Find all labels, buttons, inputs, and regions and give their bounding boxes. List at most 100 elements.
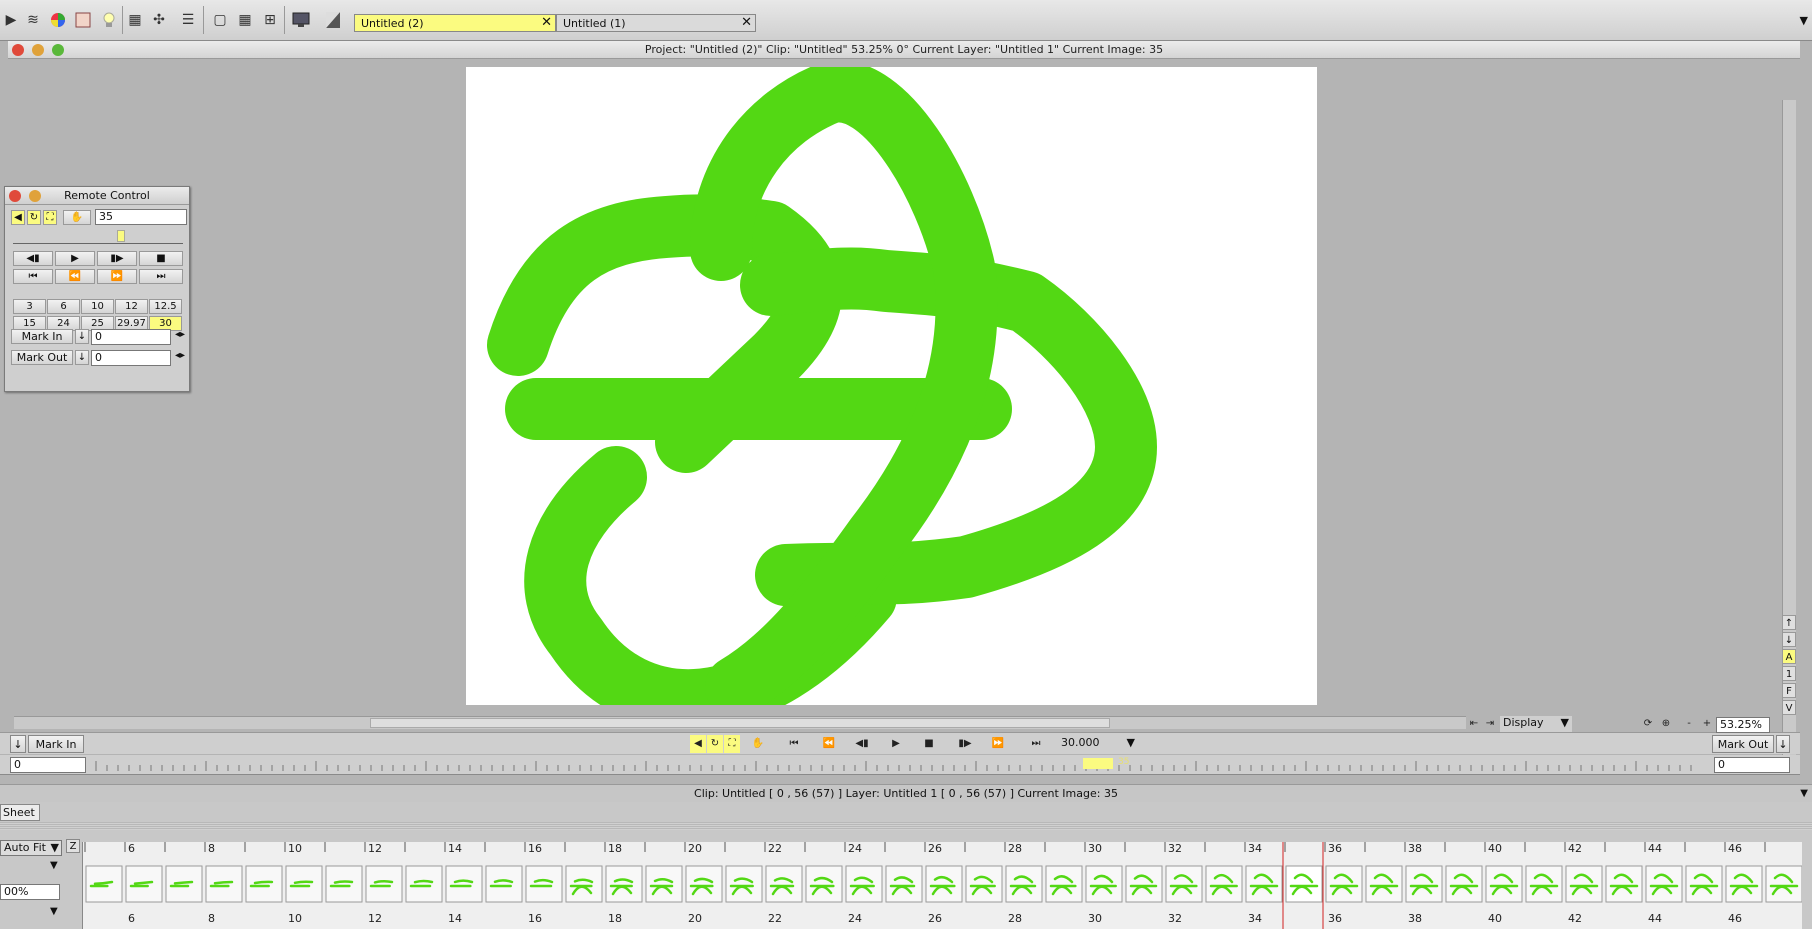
zoom-field[interactable]: 53.25% — [1716, 717, 1770, 733]
transform-icon[interactable]: ✣ — [148, 8, 170, 32]
hand-icon[interactable]: ✋ — [63, 210, 91, 225]
mark-in-button[interactable]: Mark In — [28, 735, 84, 753]
set-mark-out-icon[interactable]: ↓ — [75, 350, 89, 365]
loop-icon[interactable]: ↻ — [27, 210, 41, 225]
fps-preset-button[interactable]: 6 — [47, 299, 80, 314]
close-window-icon[interactable] — [9, 190, 21, 202]
refresh-icon[interactable]: ⟳ — [1640, 715, 1656, 733]
display-select[interactable]: Display ▼ — [1500, 716, 1572, 732]
xsheet-zoom-field[interactable]: 00% — [0, 884, 60, 900]
fps-preset-button[interactable]: 10 — [81, 299, 114, 314]
mark-out-field[interactable]: 0 — [91, 350, 171, 366]
grid-icon[interactable]: ▦ — [124, 8, 146, 32]
channel-v-button[interactable]: V — [1782, 700, 1796, 715]
tab-untitled-1[interactable]: Untitled (1) ✕ — [556, 14, 756, 32]
auto-fit-select[interactable]: Auto Fit ▼ — [0, 840, 62, 856]
mark-in-button[interactable]: Mark In — [11, 329, 73, 344]
set-mark-out-icon[interactable]: ↓ — [1776, 735, 1790, 753]
spin-icon[interactable]: ◂▸ — [175, 329, 185, 340]
play-icon[interactable]: ▶ — [0, 8, 22, 32]
range-icon[interactable]: ⛶ — [43, 210, 57, 225]
light-table-icon[interactable]: ▢ — [209, 8, 231, 32]
color-wheel-icon[interactable] — [47, 8, 69, 32]
close-window-icon[interactable] — [12, 44, 24, 56]
mark-out-button[interactable]: Mark Out — [1712, 735, 1774, 753]
grid-split-icon[interactable]: ⊞ — [259, 8, 281, 32]
first-frame-button[interactable]: ⏮ — [13, 269, 53, 284]
frame-slider[interactable] — [13, 230, 183, 244]
fps-preset-button[interactable]: 3 — [13, 299, 46, 314]
channel-f-button[interactable]: F — [1782, 683, 1796, 698]
spin-icon[interactable]: ◂▸ — [175, 350, 185, 361]
tab-untitled-2[interactable]: Untitled (2) ✕ — [354, 14, 556, 32]
channel-1-button[interactable]: 1 — [1782, 666, 1796, 681]
scroll-thumb[interactable] — [370, 718, 1110, 728]
chevron-down-icon[interactable]: ▼ — [50, 906, 58, 917]
fps-preset-button[interactable]: 12 — [115, 299, 148, 314]
fast-forward-button[interactable]: ⏩ — [97, 269, 137, 284]
close-icon[interactable]: ✕ — [541, 15, 552, 30]
last-frame-button[interactable]: ⏭ — [139, 269, 183, 284]
play-button[interactable]: ▶ — [55, 251, 95, 266]
grid-large-icon[interactable]: ▦ — [234, 8, 256, 32]
horizontal-scrollbar[interactable] — [14, 716, 1466, 729]
mark-out-button[interactable]: Mark Out — [11, 350, 73, 365]
slider-thumb[interactable] — [117, 230, 125, 242]
frame-label: 10 — [288, 912, 302, 925]
close-icon[interactable]: ✕ — [741, 15, 752, 30]
timeline-ruler[interactable]: 0 0 35 — [0, 755, 1800, 775]
frame-label: 46 — [1728, 912, 1742, 925]
set-mark-in-icon[interactable]: ↓ — [75, 329, 89, 344]
chevron-down-icon[interactable]: ▼ — [50, 860, 58, 871]
xsheet-tab[interactable]: Sheet — [0, 804, 40, 821]
sound-icon[interactable]: ◀ — [690, 735, 706, 753]
gradient-icon[interactable] — [322, 8, 344, 32]
fast-forward-icon[interactable]: ⏩ — [984, 735, 1012, 753]
frame-field[interactable]: 35 — [95, 209, 187, 225]
frame-cell — [485, 865, 523, 903]
range-icon[interactable]: ⛶ — [724, 735, 740, 753]
rewind-icon[interactable]: ⏪ — [815, 735, 843, 753]
step-forward-button[interactable]: ▮▶ — [97, 251, 137, 266]
layers-icon[interactable]: ≋ — [22, 8, 44, 32]
step-forward-icon[interactable]: ▮▶ — [951, 735, 979, 753]
sound-icon[interactable]: ◀ — [11, 210, 25, 225]
frame-cell — [1325, 865, 1363, 903]
zoom-out-button[interactable]: - — [1682, 715, 1696, 733]
set-mark-in-icon[interactable]: ↓ — [10, 735, 26, 753]
stop-button[interactable]: ■ — [915, 735, 943, 753]
arrow-down-icon[interactable]: ↓ — [1782, 632, 1796, 647]
fps-preset-button[interactable]: 12.5 — [149, 299, 182, 314]
mark-in-field[interactable]: 0 — [91, 329, 171, 345]
z-toggle-button[interactable]: Z — [66, 839, 80, 853]
step-back-button[interactable]: ◀▮ — [13, 251, 53, 266]
stack-icon[interactable]: ☰ — [177, 8, 199, 32]
hand-icon[interactable]: ✋ — [744, 735, 772, 753]
minimize-window-icon[interactable] — [29, 190, 41, 202]
frame-strip[interactable]: 6 6 8 8 10 10 12 12 14 14 16 16 18 18 20 20 22 22 24 24 26 26… — [82, 842, 1802, 929]
minimize-window-icon[interactable] — [32, 44, 44, 56]
next-arrow-icon[interactable]: ⇥ — [1483, 715, 1497, 733]
bulb-icon[interactable] — [98, 8, 120, 32]
frame-label: 24 — [848, 912, 862, 925]
swatch-icon[interactable] — [72, 8, 94, 32]
first-frame-icon[interactable]: ⏮ — [780, 735, 808, 753]
zoom-in-button[interactable]: + — [1700, 715, 1714, 733]
chevron-down-icon[interactable]: ▼ — [1800, 785, 1808, 803]
prev-arrow-icon[interactable]: ⇤ — [1467, 715, 1481, 733]
rewind-button[interactable]: ⏪ — [55, 269, 95, 284]
arrow-up-icon[interactable]: ↑ — [1782, 615, 1796, 630]
zoom-window-icon[interactable] — [52, 44, 64, 56]
loop-icon[interactable]: ↻ — [707, 735, 723, 753]
drawing-canvas[interactable] — [466, 67, 1317, 705]
chevron-down-icon[interactable]: ▼ — [1800, 14, 1808, 27]
play-button[interactable]: ▶ — [882, 735, 910, 753]
stop-button[interactable]: ■ — [139, 251, 183, 266]
step-back-icon[interactable]: ◀▮ — [848, 735, 876, 753]
last-frame-icon[interactable]: ⏭ — [1022, 735, 1050, 753]
fps-select[interactable]: 30.000 ▼ — [1058, 736, 1138, 752]
chevron-down-icon: ▼ — [50, 841, 59, 854]
channel-a-button[interactable]: A — [1782, 649, 1796, 664]
target-icon[interactable]: ⊕ — [1658, 715, 1674, 733]
monitor-icon[interactable] — [290, 8, 312, 32]
